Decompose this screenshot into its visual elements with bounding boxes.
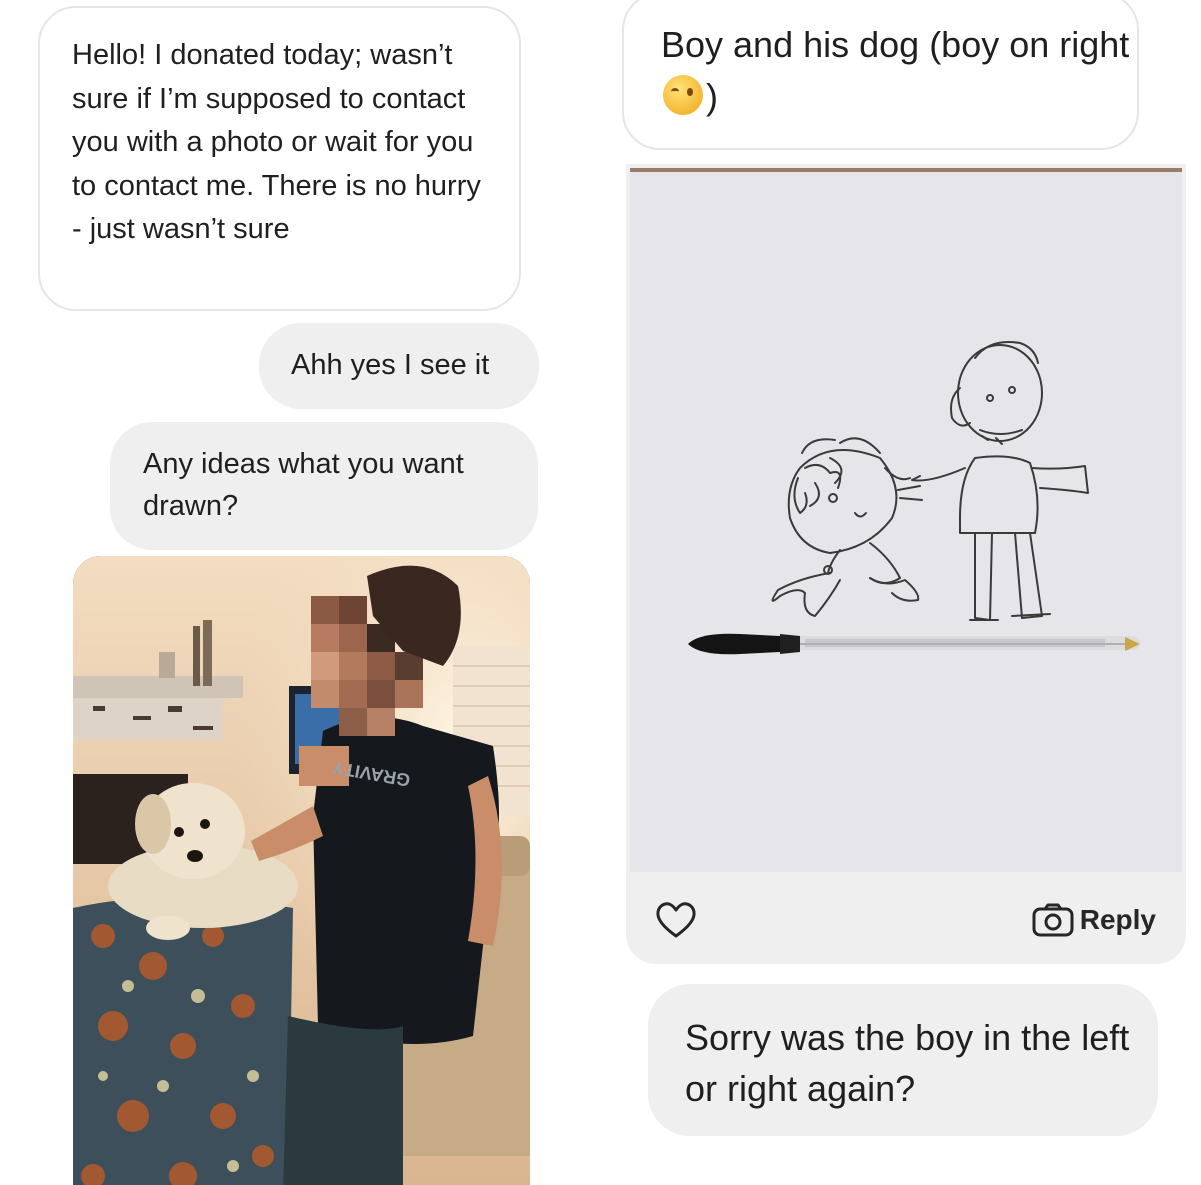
outgoing-message-bubble[interactable]: Any ideas what you want drawn? [110, 422, 538, 550]
photo-image: GRAVITY [73, 556, 530, 1185]
message-text: Ahh yes I see it [291, 349, 490, 381]
shared-image-reply-card: Reply [626, 164, 1186, 964]
message-text-suffix: ) [706, 76, 718, 117]
shared-photo-boy-and-dog[interactable]: GRAVITY [73, 556, 530, 1185]
drawing-photo[interactable] [630, 168, 1182, 872]
left-conversation-column: Hello! I donated today; wasn’t sure if I… [0, 0, 600, 1185]
heart-icon[interactable] [654, 900, 698, 940]
outgoing-message-bubble[interactable]: Sorry was the boy in the left or right a… [648, 984, 1158, 1136]
message-text: Sorry was the boy in the left or right a… [685, 1017, 1130, 1109]
outgoing-message-bubble[interactable]: Ahh yes I see it [259, 323, 539, 409]
camera-icon [1032, 903, 1074, 937]
reply-button[interactable]: Reply [1032, 902, 1156, 938]
message-text: Any ideas what you want drawn? [143, 448, 464, 522]
message-text: Hello! I donated today; wasn’t sure if I… [72, 39, 481, 245]
message-text: Boy and his dog (boy on right [661, 24, 1130, 65]
winking-face-emoji-icon [663, 75, 703, 115]
incoming-message-bubble[interactable]: Boy and his dog (boy on right) [622, 0, 1139, 150]
reply-label: Reply [1079, 904, 1156, 935]
right-conversation-column: Boy and his dog (boy on right) Reply Sor… [600, 0, 1201, 1185]
incoming-message-bubble[interactable]: Hello! I donated today; wasn’t sure if I… [38, 6, 521, 311]
